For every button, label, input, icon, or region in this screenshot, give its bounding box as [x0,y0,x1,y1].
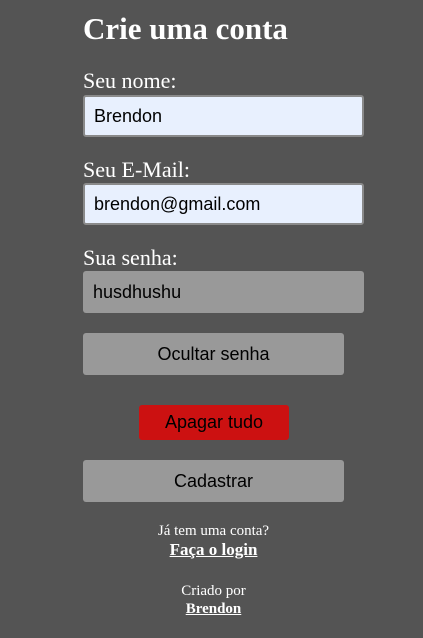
page-title: Crie uma conta [83,11,288,46]
password-label: Sua senha: [83,245,178,270]
clear-all-button[interactable]: Apagar tudo [139,405,289,440]
toggle-password-button[interactable]: Ocultar senha [83,333,344,375]
submit-button[interactable]: Cadastrar [83,460,344,502]
login-link[interactable]: Faça o login [170,540,258,560]
email-input[interactable] [83,183,364,225]
name-label: Seu nome: [83,68,177,93]
name-input[interactable] [83,95,364,137]
password-input[interactable] [83,271,364,313]
credits-text: Criado por [181,583,246,599]
email-label: Seu E-Mail: [83,157,190,182]
login-prompt: Já tem uma conta? Faça o login [83,522,344,560]
login-prompt-text: Já tem uma conta? [157,523,270,539]
author-link[interactable]: Brendon [186,600,242,618]
credits: Criado por Brendon [83,582,344,618]
